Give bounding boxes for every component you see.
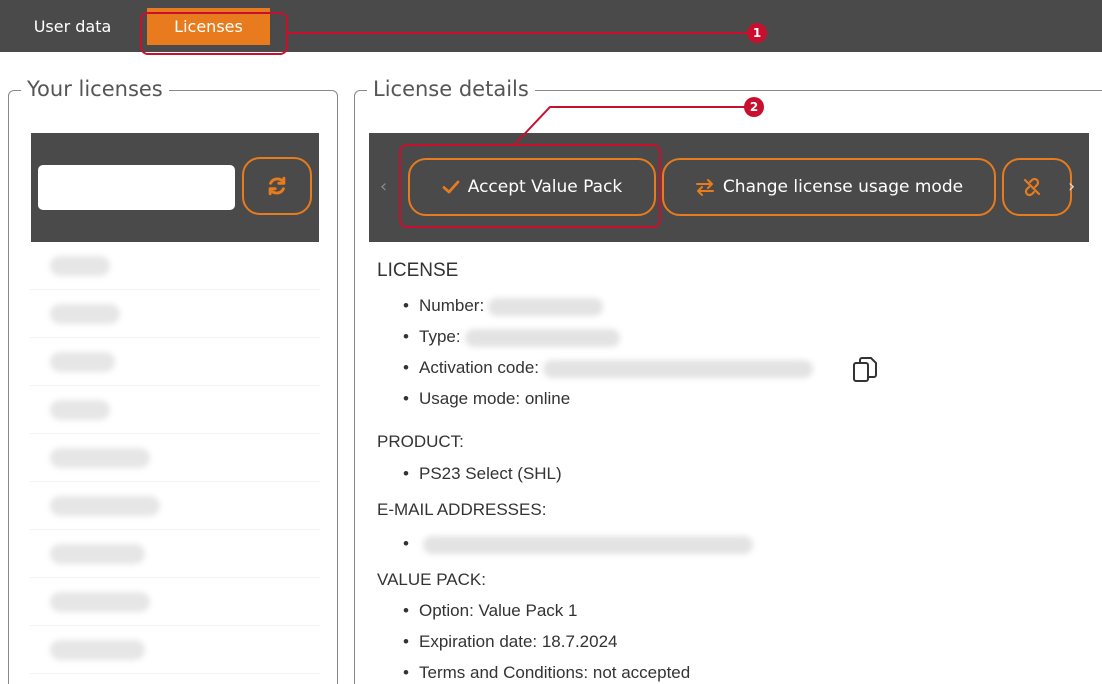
annotation-line-1 [288,32,750,34]
product-name: PS23 Select (SHL) [403,458,562,489]
value-pack-section-title: VALUE PACK: [377,570,486,589]
list-item[interactable] [30,530,320,578]
accept-value-pack-label: Accept Value Pack [467,177,623,197]
unlink-button[interactable] [1002,158,1072,216]
refresh-button[interactable] [242,157,312,215]
accept-value-pack-button[interactable]: Accept Value Pack [408,158,656,216]
list-item[interactable] [30,434,320,482]
value-pack-option: Option: Value Pack 1 [403,595,690,626]
license-details-content: LICENSE Number: Type: Activation code: U… [369,254,1089,684]
list-item[interactable] [30,242,320,290]
license-info-list: Number: Type: Activation code: Usage mod… [403,290,814,414]
scroll-left-icon[interactable]: ‹ [380,176,387,197]
license-type: Type: [403,321,813,352]
top-tab-bar: User data Licenses [0,0,1102,52]
tab-licenses[interactable]: Licenses [147,8,270,45]
annotation-badge-2: 2 [744,97,764,117]
change-usage-mode-button[interactable]: Change license usage mode [662,158,996,216]
value-pack-expiration: Expiration date: 18.7.2024 [403,626,690,657]
scroll-right-icon[interactable]: › [1068,176,1075,197]
tab-user-data[interactable]: User data [15,8,130,45]
checkmark-icon [442,180,460,194]
product-list: PS23 Select (SHL) [403,458,562,489]
license-details-legend: License details [367,76,535,102]
annotation-badge-1: 1 [747,23,767,43]
your-licenses-legend: Your licenses [21,76,169,102]
email-address [403,528,753,559]
license-number: Number: [403,290,813,321]
license-list [30,242,320,684]
value-pack-list: Option: Value Pack 1 Expiration date: 18… [403,595,690,684]
unlink-icon [1023,177,1041,197]
email-list [403,528,753,559]
license-search-input[interactable] [38,165,235,210]
list-item[interactable] [30,386,320,434]
list-item[interactable] [30,338,320,386]
copy-icon[interactable] [852,356,878,384]
value-pack-terms: Terms and Conditions: not accepted [403,657,690,684]
change-usage-mode-label: Change license usage mode [722,177,964,197]
license-section-title: LICENSE [377,260,459,281]
email-section-title: E-MAIL ADDRESSES: [377,500,547,519]
license-usage-mode: Usage mode: online [403,383,813,414]
list-item[interactable] [30,578,320,626]
refresh-icon [268,176,286,196]
list-item[interactable] [30,482,320,530]
annotation-line-2 [514,106,750,145]
list-item[interactable] [30,290,320,338]
license-activation-code: Activation code: [403,352,814,383]
list-item[interactable] [30,626,320,674]
swap-arrows-icon [695,179,714,196]
product-section-title: PRODUCT: [377,432,464,451]
